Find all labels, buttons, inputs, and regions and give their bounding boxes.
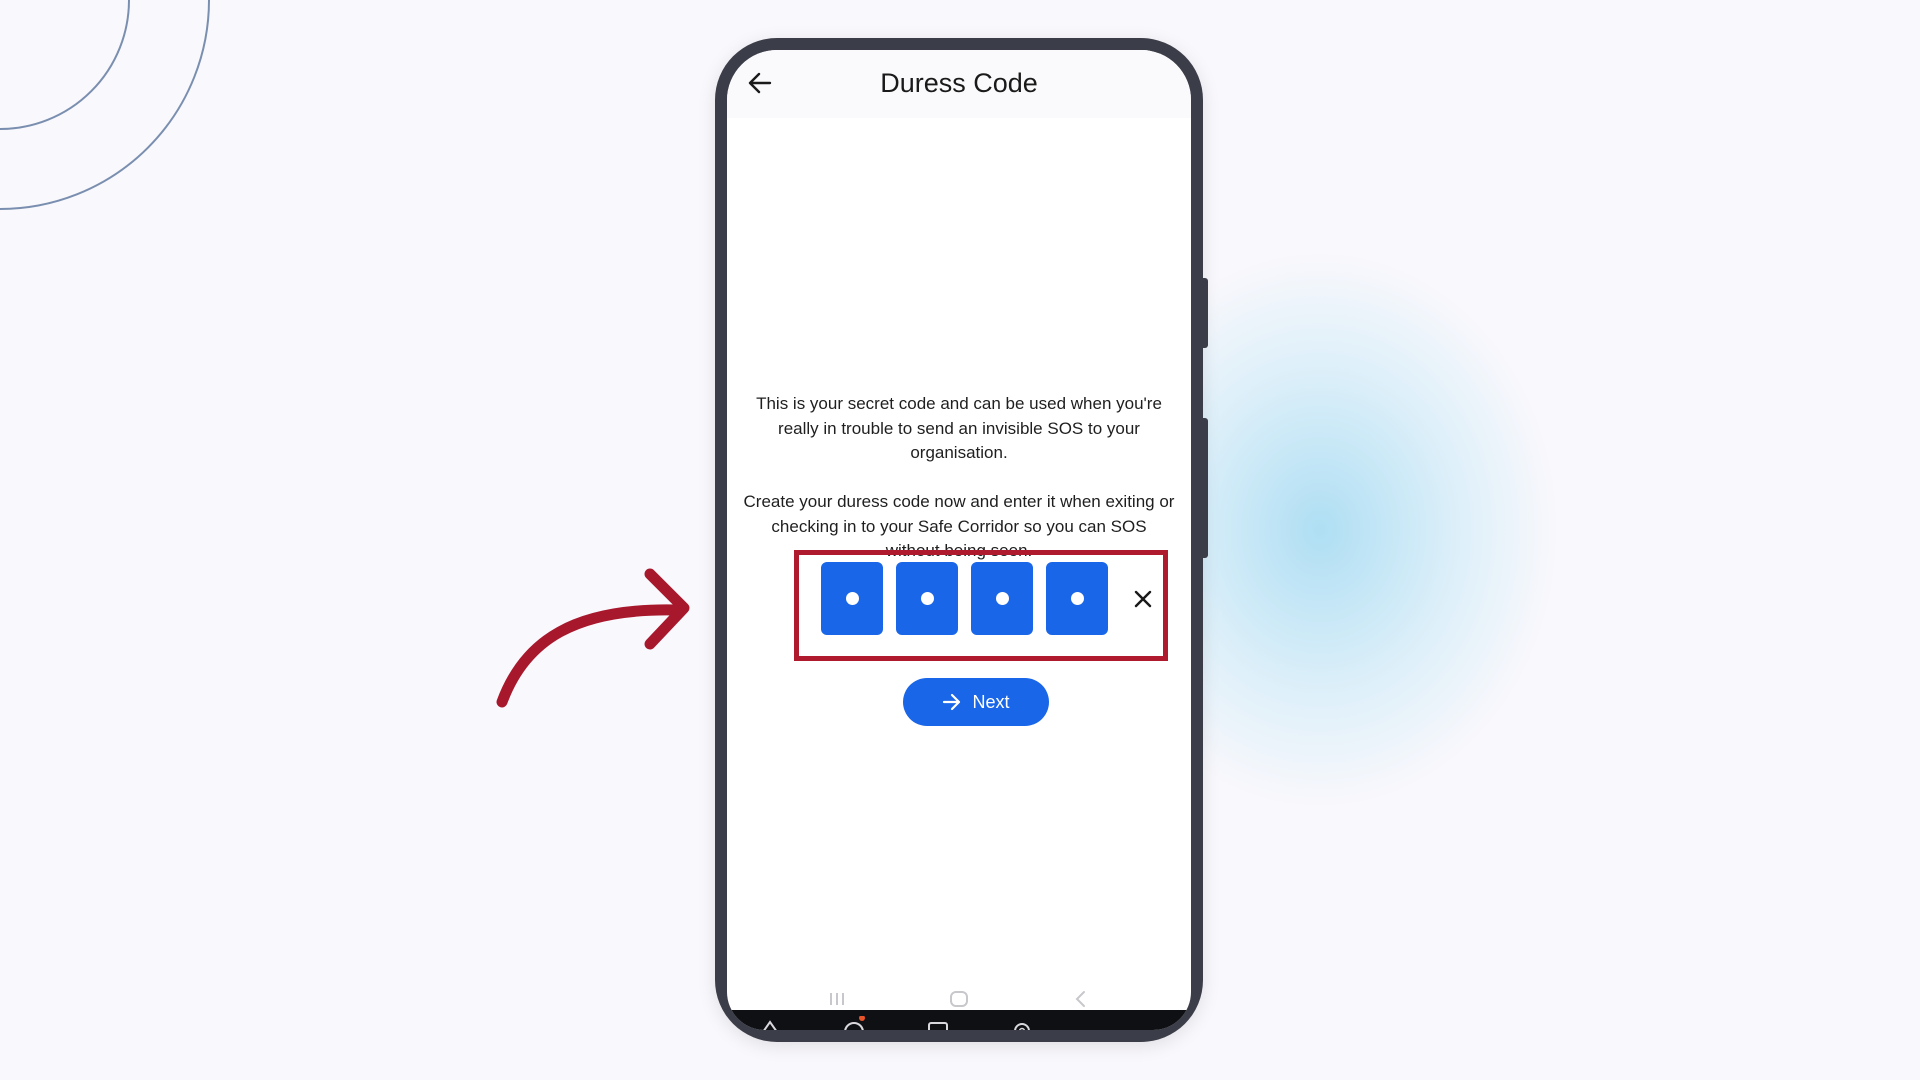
home-tab-icon[interactable] <box>756 1016 784 1030</box>
recent-apps-button[interactable] <box>822 988 852 1010</box>
masked-digit-dot <box>995 592 1009 605</box>
back-chevron-icon <box>1075 991 1085 1007</box>
pointer-arrow-icon <box>496 568 690 708</box>
decorative-arcs <box>0 0 210 210</box>
description-paragraph-1: This is your secret code and can be used… <box>756 394 1162 462</box>
vehicle-tab-icon[interactable] <box>924 1016 952 1030</box>
phone-volume-button <box>1203 418 1208 558</box>
arrow-right-icon <box>943 693 961 711</box>
phone-side-button <box>1203 278 1208 348</box>
clear-code-button[interactable] <box>1131 587 1155 611</box>
tutorial-canvas: Duress Code This is your secret code and… <box>0 0 1920 1080</box>
home-icon <box>950 991 968 1007</box>
next-button[interactable]: Next <box>903 678 1049 726</box>
chat-tab-icon[interactable] <box>840 1016 868 1030</box>
app-tab-bar <box>727 1010 1191 1030</box>
duress-code-input[interactable] <box>821 562 1108 635</box>
masked-digit-dot <box>1070 592 1084 605</box>
app-header: Duress Code <box>727 50 1191 118</box>
phone-screen: Duress Code This is your secret code and… <box>727 50 1191 1030</box>
code-digit-box[interactable] <box>821 562 883 635</box>
next-button-label: Next <box>972 691 1010 712</box>
code-digit-box[interactable] <box>971 562 1033 635</box>
close-icon <box>1134 590 1152 608</box>
system-navigation-bar <box>727 988 1191 1010</box>
recent-apps-icon <box>830 993 844 1005</box>
code-digit-box[interactable] <box>896 562 958 635</box>
system-back-button[interactable] <box>1066 988 1096 1010</box>
page-title: Duress Code <box>880 68 1038 98</box>
masked-digit-dot <box>920 592 934 605</box>
code-digit-box[interactable] <box>1046 562 1108 635</box>
masked-digit-dot <box>845 592 859 605</box>
settings-tab-icon[interactable] <box>1008 1016 1036 1030</box>
phone-frame: Duress Code This is your secret code and… <box>715 38 1208 1042</box>
home-button[interactable] <box>944 988 974 1010</box>
